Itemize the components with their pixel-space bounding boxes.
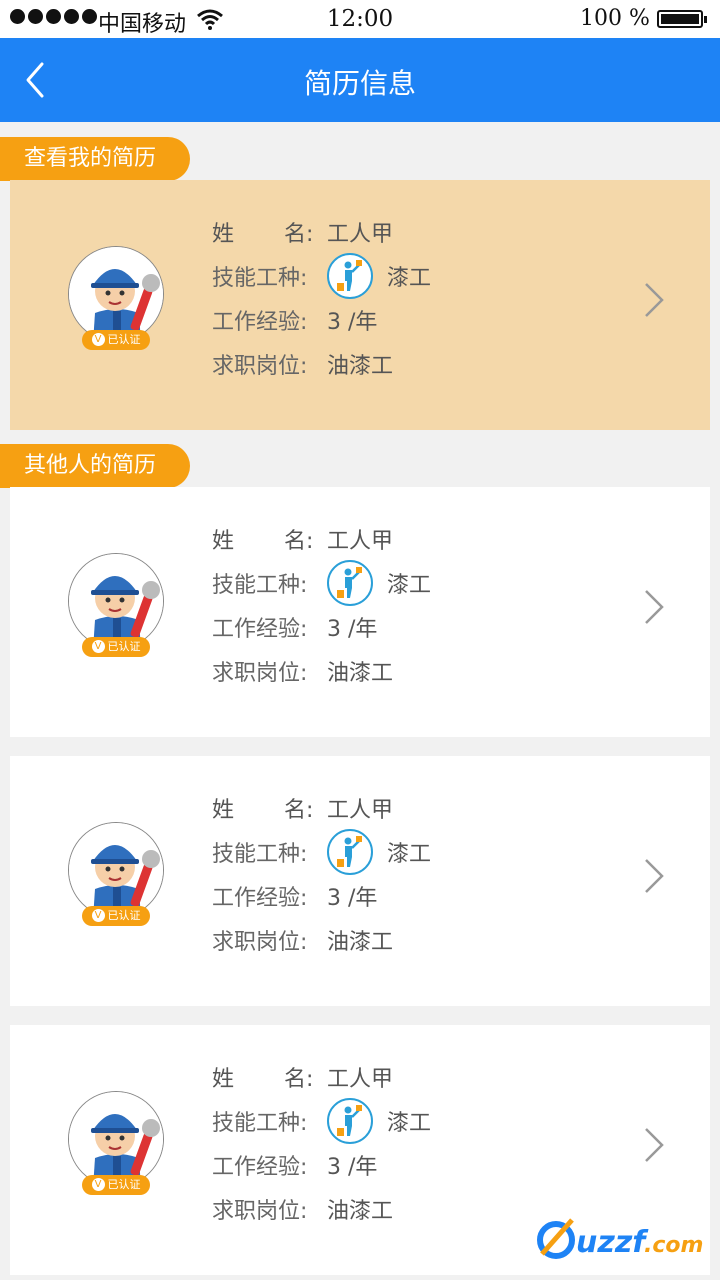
position-value: 油漆工 [327, 661, 394, 686]
skill-label: 技能工种: [212, 1111, 308, 1136]
avatar [68, 553, 164, 649]
experience-label: 工作经验: [212, 1155, 308, 1180]
skill-label: 技能工种: [212, 266, 308, 291]
position-label: 求职岗位: [212, 354, 308, 379]
verified-badge: V 已认证 [82, 330, 150, 350]
section-tag-others: 其他人的简历 [0, 444, 190, 488]
avatar [68, 246, 164, 342]
svg-text:.com: .com [644, 1233, 703, 1258]
name-label: 姓名: [212, 529, 314, 554]
resume-info: 姓名: 工人甲 技能工种: 漆工 工作经验: 3 /年 求职岗位: 油漆工 [212, 786, 431, 962]
experience-value: 3 /年 [327, 886, 378, 911]
nav-bar: 简历信息 [0, 38, 720, 122]
resume-card[interactable]: V 已认证 姓名: 工人甲 技能工种: 漆工 工作经验: 3 /年 求职岗位: 油… [10, 487, 710, 737]
position-label: 求职岗位: [212, 1199, 308, 1224]
skill-value: 漆工 [387, 573, 432, 598]
verified-icon: V [91, 908, 105, 922]
name-value: 工人甲 [327, 529, 394, 554]
resume-card-mine[interactable]: V 已认证 姓名: 工人甲 技能工种: 漆工 工作经验: 3 /年 求职岗位: 油… [10, 180, 710, 430]
chevron-right-icon[interactable] [642, 587, 666, 627]
avatar [68, 822, 164, 918]
experience-row: 工作经验: 3 /年 [212, 1143, 431, 1187]
chevron-right-icon[interactable] [642, 1125, 666, 1165]
position-value: 油漆工 [327, 930, 394, 955]
verified-icon: V [91, 639, 105, 653]
status-bar: 中国移动 12:00 100 % [0, 0, 720, 38]
experience-value: 3 /年 [327, 1155, 378, 1180]
experience-value: 3 /年 [327, 617, 378, 642]
name-label: 姓名: [212, 222, 314, 247]
battery-percent: 100 % [580, 6, 650, 31]
resume-info: 姓名: 工人甲 技能工种: 漆工 工作经验: 3 /年 求职岗位: 油漆工 [212, 1055, 431, 1231]
name-row: 姓名: 工人甲 [212, 210, 431, 254]
position-value: 油漆工 [327, 1199, 394, 1224]
resume-info: 姓名: 工人甲 技能工种: 漆工 工作经验: 3 /年 求职岗位: 油漆工 [212, 210, 431, 386]
skill-value: 漆工 [387, 842, 432, 867]
svg-text:uzzf: uzzf [576, 1225, 649, 1260]
name-row: 姓名: 工人甲 [212, 1055, 431, 1099]
experience-row: 工作经验: 3 /年 [212, 298, 431, 342]
experience-row: 工作经验: 3 /年 [212, 605, 431, 649]
name-value: 工人甲 [327, 798, 394, 823]
experience-label: 工作经验: [212, 617, 308, 642]
position-row: 求职岗位: 油漆工 [212, 1187, 431, 1231]
skill-row: 技能工种: 漆工 [212, 829, 432, 875]
resume-info: 姓名: 工人甲 技能工种: 漆工 工作经验: 3 /年 求职岗位: 油漆工 [212, 517, 431, 693]
position-value: 油漆工 [327, 354, 394, 379]
skill-value: 漆工 [387, 266, 432, 291]
position-row: 求职岗位: 油漆工 [212, 649, 431, 693]
painter-icon [327, 1098, 373, 1144]
verified-badge: V 已认证 [82, 637, 150, 657]
skill-label: 技能工种: [212, 842, 308, 867]
name-value: 工人甲 [327, 222, 394, 247]
painter-icon [327, 253, 373, 299]
verified-icon: V [91, 1177, 105, 1191]
skill-value: 漆工 [387, 1111, 432, 1136]
verified-badge: V 已认证 [82, 906, 150, 926]
painter-icon [327, 829, 373, 875]
position-row: 求职岗位: 油漆工 [212, 342, 431, 386]
position-row: 求职岗位: 油漆工 [212, 918, 431, 962]
battery-icon [657, 10, 707, 28]
avatar [68, 1091, 164, 1187]
experience-label: 工作经验: [212, 886, 308, 911]
verified-icon: V [91, 332, 105, 346]
name-row: 姓名: 工人甲 [212, 786, 431, 830]
position-label: 求职岗位: [212, 661, 308, 686]
name-label: 姓名: [212, 798, 314, 823]
page-title: 简历信息 [303, 67, 416, 100]
verified-badge: V 已认证 [82, 1175, 150, 1195]
name-row: 姓名: 工人甲 [212, 517, 431, 561]
position-label: 求职岗位: [212, 930, 308, 955]
experience-value: 3 /年 [327, 310, 378, 335]
experience-label: 工作经验: [212, 310, 308, 335]
painter-icon [327, 560, 373, 606]
name-label: 姓名: [212, 1067, 314, 1092]
watermark-logo: uzzf .com [537, 1218, 703, 1260]
skill-label: 技能工种: [212, 573, 308, 598]
skill-row: 技能工种: 漆工 [212, 560, 432, 606]
chevron-right-icon[interactable] [642, 856, 666, 896]
resume-card[interactable]: V 已认证 姓名: 工人甲 技能工种: 漆工 工作经验: 3 /年 求职岗位: 油… [10, 756, 710, 1006]
name-value: 工人甲 [327, 1067, 394, 1092]
skill-row: 技能工种: 漆工 [212, 253, 432, 299]
experience-row: 工作经验: 3 /年 [212, 874, 431, 918]
skill-row: 技能工种: 漆工 [212, 1098, 432, 1144]
chevron-right-icon[interactable] [642, 280, 666, 320]
section-tag-mine: 查看我的简历 [0, 137, 190, 181]
